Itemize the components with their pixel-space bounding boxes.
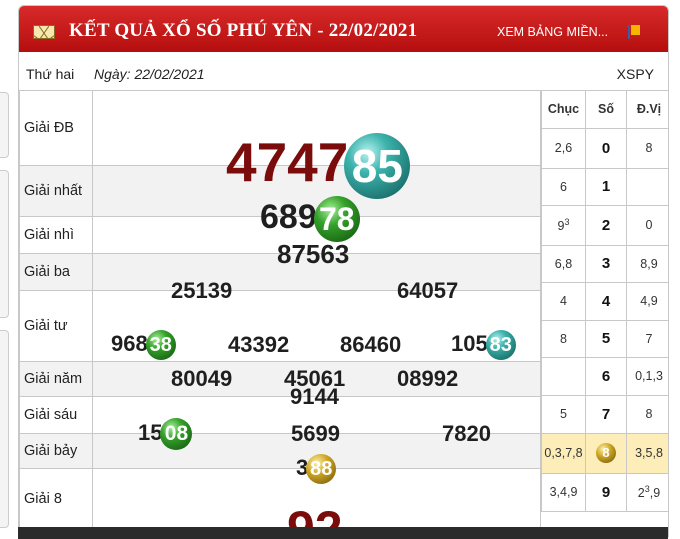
fourth-prize-number: 80049 [171,365,233,391]
loto-dv: 4,9 [626,281,668,321]
loto-dv: 8 [626,127,668,169]
loto-header-row: Chục Số Đ.Vị [541,91,668,129]
result-panel: KẾT QUẢ XỔ SỐ PHÚ YÊN - 22/02/2021 XEM B… [18,5,669,537]
tail-ball: 85 [344,133,411,200]
fourth-prize-number: 43392 [228,331,290,357]
loto-so: 7 [585,394,627,434]
prize-row-tam: Giải 8 92 [19,467,541,536]
fifth-prize-number: 9144 [290,383,339,409]
loto-chuc [541,356,586,396]
left-side-tab[interactable] [0,92,9,158]
loto-table: Chục Số Đ.Vị 2,6 0 8 6 1 93 2 0 6,8 3 8,… [541,91,668,512]
loto-chuc: 5 [541,394,586,434]
loto-row: 6,8 3 8,9 [541,244,668,283]
loto-so: 4 [585,281,627,321]
prize-label: Giải nhất [19,164,93,217]
panel-title: KẾT QUẢ XỔ SỐ PHÚ YÊN - 22/02/2021 [69,20,418,41]
loto-chuc: 3,4,9 [541,472,586,512]
fourth-prize-number: 08992 [397,365,459,391]
loto-header-so: Số [585,91,627,129]
left-side-tab[interactable] [0,170,9,318]
tail-ball: 83 [485,329,516,360]
loto-so: 0 [585,127,627,169]
loto-row: 6 1 [541,167,668,206]
tail-ball: 78 [313,195,360,242]
loto-chuc: 6,8 [541,244,586,283]
tail-ball: 38 [145,329,176,360]
loto-row: 8 5 7 [541,319,668,358]
third-prize-number: 64057 [397,277,459,303]
highlight-ball: 8 [596,443,616,463]
loto-row: 4 4 4,9 [541,281,668,321]
fourth-prize-number: 10583 [451,329,516,360]
prize-label: Giải nhì [19,215,93,254]
prize-label: Giải 8 [19,467,93,530]
third-prize-number: 25139 [171,277,233,303]
loto-dv: 7 [626,319,668,358]
sixth-prize-number: 15 08 [138,417,193,450]
sixth-prize-number: 5699 [291,420,340,446]
loto-row: 6 0,1,3 [541,356,668,396]
tail-ball: 08 [160,417,193,450]
lottery-code: XSPY [616,66,654,82]
loto-row: 5 7 8 [541,394,668,434]
loto-so: 2 [585,204,627,246]
second-prize-number: 87563 [277,238,350,269]
prize-label: Giải năm [19,360,93,397]
loto-chuc: 8 [541,319,586,358]
prize-label: Giải ba [19,252,93,291]
prize-label: Giải ĐB [19,91,93,166]
tail-ball: 88 [306,453,337,484]
loto-chuc: 93 [541,204,586,246]
loto-row-highlighted: 0,3,7,8 8 3,5,8 [541,432,668,474]
loto-dv: 8 [626,394,668,434]
loto-chuc: 6 [541,167,586,206]
seventh-prize-number: 388 [296,453,337,484]
loto-dv: 3,5,8 [626,432,668,474]
prize-label: Giải bảy [19,432,93,469]
loto-so: 1 [585,167,627,206]
info-bar: Thứ hai Ngày: 22/02/2021 XSPY [19,60,668,91]
first-prize-number: 68978 [260,195,360,242]
left-side-tab[interactable] [0,330,9,528]
loto-dv [626,167,668,206]
panel-header: KẾT QUẢ XỔ SỐ PHÚ YÊN - 22/02/2021 XEM B… [19,6,668,52]
loto-row: 93 2 0 [541,204,668,246]
loto-chuc: 0,3,7,8 [541,432,586,474]
bottom-bar [18,527,668,539]
sixth-prize-number: 7820 [442,420,491,446]
view-region-link[interactable]: XEM BẢNG MIỀN... [497,25,608,39]
prize-label: Giải sáu [19,395,93,434]
loto-dv: 0,1,3 [626,356,668,396]
prize-row-tu: Giải tư 96838 43392 86460 10583 80049 45… [19,289,541,391]
loto-so: 9 [585,472,627,512]
prize-label: Giải tư [19,289,93,362]
prize-table: Giải ĐB 474785 Giải nhất 68978 Giải nhì … [19,91,541,536]
date-label: Ngày: 22/02/2021 [94,66,205,82]
fourth-prize-number: 96838 [111,329,176,360]
prize-row-db: Giải ĐB 474785 [19,91,541,200]
prize-row-sau: Giải sáu 15 08 5699 7820 [19,395,541,450]
weekday-label: Thứ hai [26,66,75,82]
loto-chuc: 2,6 [541,127,586,169]
loto-so: 5 [585,319,627,358]
loto-row: 3,4,9 9 23,9 [541,472,668,512]
special-prize-number: 474785 [226,132,411,200]
flag-icon[interactable] [628,25,640,39]
prize-row-nam: Giải năm 9144 [19,360,541,408]
loto-dv: 23,9 [626,472,668,512]
envelope-icon [33,25,55,39]
loto-so: 8 [585,432,627,474]
loto-header-dv: Đ.Vị [626,91,668,129]
loto-so: 6 [585,356,627,396]
loto-dv: 0 [626,204,668,246]
loto-row: 2,6 0 8 [541,127,668,169]
fourth-prize-number: 86460 [340,331,402,357]
loto-dv: 8,9 [626,244,668,283]
loto-chuc: 4 [541,281,586,321]
loto-so: 3 [585,244,627,283]
loto-header-chuc: Chục [541,91,586,129]
